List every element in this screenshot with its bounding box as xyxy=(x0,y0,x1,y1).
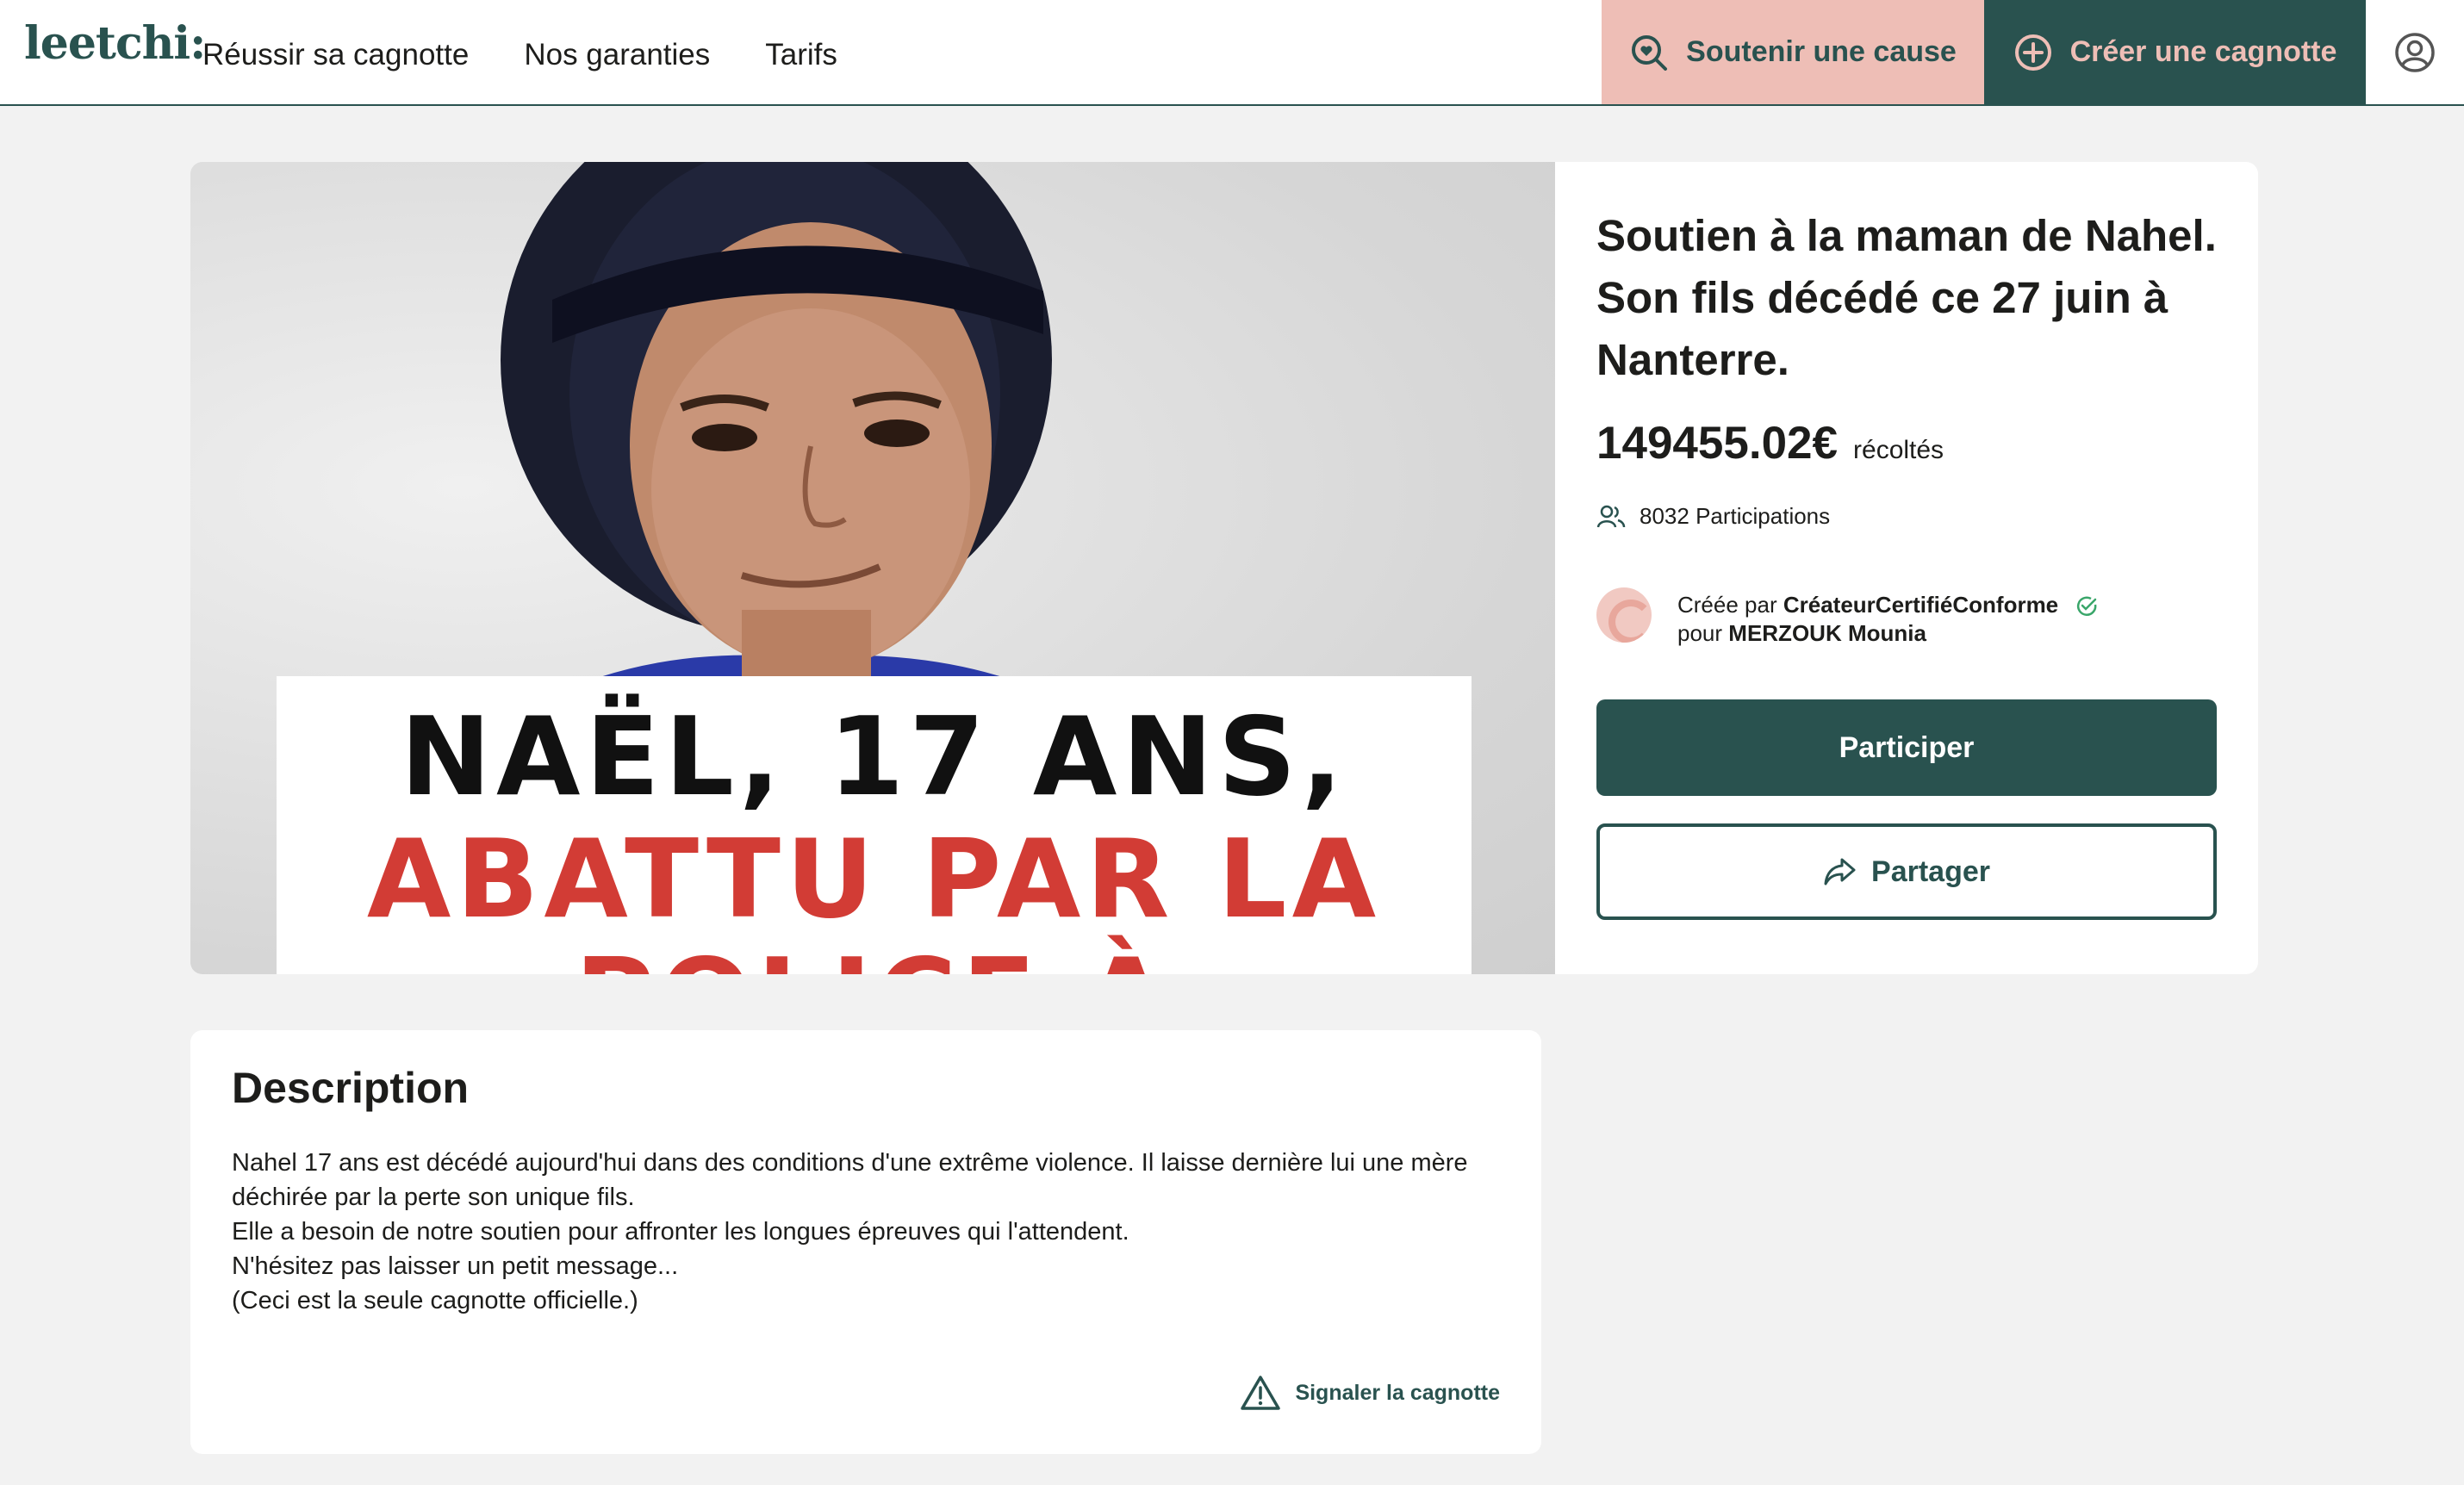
nav-tarifs[interactable]: Tarifs xyxy=(765,34,837,72)
search-heart-icon xyxy=(1632,34,1668,71)
campaign-hero-card: NAËL, 17 ANS, ABATTU PAR LA POLICE À NAN… xyxy=(190,162,2258,974)
creator-avatar xyxy=(1596,587,1652,643)
share-label: Partager xyxy=(1871,854,1990,888)
campaign-image: NAËL, 17 ANS, ABATTU PAR LA POLICE À NAN… xyxy=(190,162,1555,974)
description-paragraph: Elle a besoin de notre soutien pour affr… xyxy=(232,1218,1129,1246)
image-caption-line: NAËL, 17 ANS, xyxy=(400,693,1348,820)
campaign-info-panel: Soutien à la maman de Nahel. Son fils dé… xyxy=(1596,162,2258,974)
image-caption-line: POLICE À NANTERRE xyxy=(277,935,1472,974)
image-caption-line: ABATTU PAR LA xyxy=(366,816,1382,942)
creator-text: Créée par CréateurCertifiéConforme pour … xyxy=(1677,584,2099,648)
beneficiary-name: MERZOUK Mounia xyxy=(1728,620,1926,646)
support-cause-button[interactable]: Soutenir une cause xyxy=(1602,0,1984,104)
warning-triangle-icon xyxy=(1241,1376,1281,1410)
nav-nos-garanties[interactable]: Nos garanties xyxy=(524,34,710,72)
campaign-title: Soutien à la maman de Nahel. Son fils dé… xyxy=(1596,211,2217,384)
share-arrow-icon xyxy=(1824,858,1856,885)
description-title: Description xyxy=(232,1064,470,1112)
report-label: Signaler la cagnotte xyxy=(1295,1380,1500,1405)
amount-raised: 149455.02€ récoltés xyxy=(1596,417,1944,469)
support-cause-label: Soutenir une cause xyxy=(1686,35,1957,68)
participate-button[interactable]: Participer xyxy=(1596,699,2217,796)
creator-name[interactable]: CréateurCertifiéConforme xyxy=(1783,592,2058,618)
verified-check-icon xyxy=(2077,596,2097,617)
nav-reussir-sa-cagnotte[interactable]: Réussir sa cagnotte xyxy=(202,34,469,72)
user-circle-icon xyxy=(2395,32,2435,72)
description-card: Description Nahel 17 ans est décédé aujo… xyxy=(190,1030,1541,1454)
participations-count: 8032 Participations xyxy=(1596,503,1830,530)
main-nav: Réussir sa cagnotte Nos garanties Tarifs xyxy=(202,0,893,106)
created-by-prefix: Créée par xyxy=(1677,592,1777,618)
amount-value: 149455.02€ xyxy=(1596,418,1839,469)
create-cagnotte-label: Créer une cagnotte xyxy=(2069,35,2337,68)
description-paragraph: (Ceci est la seule cagnotte officielle.) xyxy=(232,1287,638,1314)
share-button[interactable]: Partager xyxy=(1596,823,2217,920)
description-body: Nahel 17 ans est décédé aujourd'hui dans… xyxy=(232,1146,1507,1318)
participations-label: 8032 Participations xyxy=(1640,503,1831,529)
users-icon xyxy=(1596,505,1626,527)
create-cagnotte-button[interactable]: Créer une cagnotte xyxy=(1984,0,2366,104)
for-prefix: pour xyxy=(1677,620,1723,646)
creator-info: Créée par CréateurCertifiéConforme pour … xyxy=(1596,584,2099,648)
report-cagnotte-link[interactable]: Signaler la cagnotte xyxy=(1240,1375,1500,1411)
leetchi-logo[interactable]: leetchi: xyxy=(24,17,206,70)
image-caption-banner: NAËL, 17 ANS, ABATTU PAR LA POLICE À NAN… xyxy=(277,676,1472,974)
plus-circle-icon xyxy=(2014,34,2051,71)
description-paragraph: N'hésitez pas laisser un petit message..… xyxy=(232,1252,679,1280)
top-navbar: leetchi: Réussir sa cagnotte Nos garanti… xyxy=(0,0,2464,106)
amount-suffix: récoltés xyxy=(1853,436,1944,464)
description-paragraph: Nahel 17 ans est décédé aujourd'hui dans… xyxy=(232,1149,1468,1211)
user-account-button[interactable] xyxy=(2366,0,2464,104)
